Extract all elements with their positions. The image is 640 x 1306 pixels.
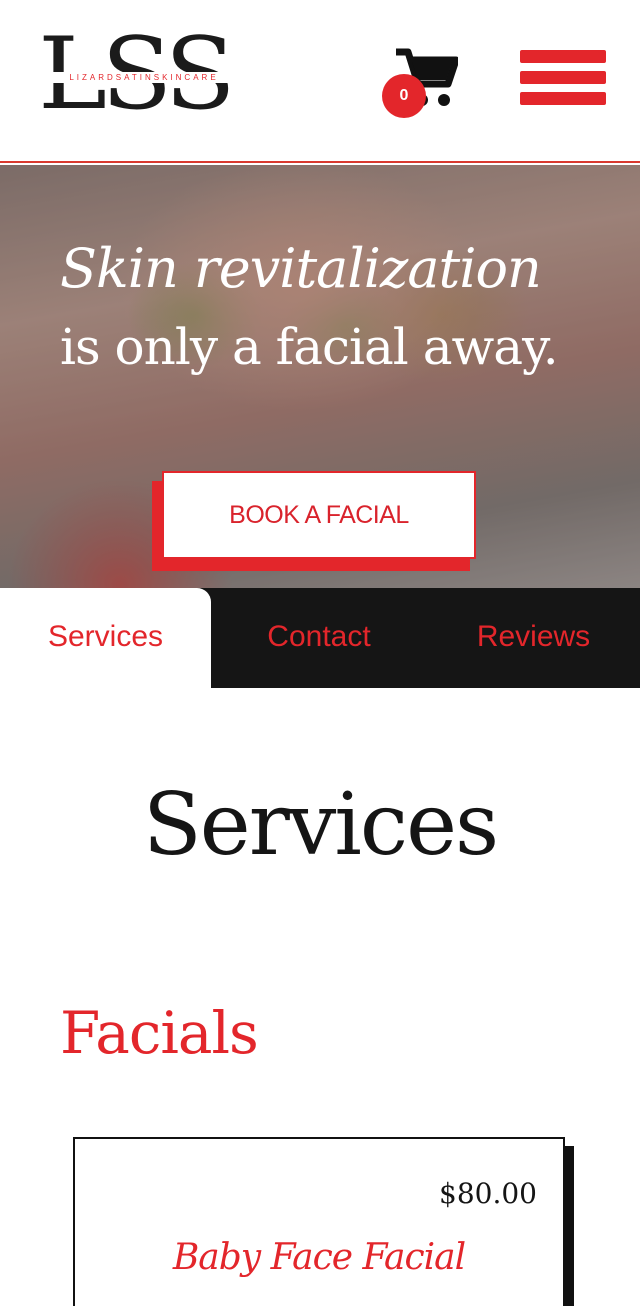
site-header: LSS LIZARDSATINSKINCARE 0 [0, 0, 640, 163]
cart-count-badge: 0 [382, 74, 426, 118]
hamburger-menu-icon-bar [520, 71, 606, 84]
service-name: Baby Face Facial [172, 1237, 466, 1278]
hamburger-menu-button[interactable] [520, 50, 606, 106]
service-card[interactable]: $80.00 Baby Face Facial [73, 1137, 565, 1306]
logo-tagline: LIZARDSATINSKINCARE [46, 72, 242, 83]
tab-services[interactable]: Services [0, 588, 211, 688]
hero-headline-italic: Skin revitalization [60, 237, 542, 300]
site-logo[interactable]: LSS LIZARDSATINSKINCARE [38, 25, 248, 128]
cart-button[interactable]: 0 [380, 44, 460, 120]
section-tabs: Services Contact Reviews [0, 588, 640, 688]
book-facial-button[interactable]: BOOK A FACIAL [162, 471, 476, 559]
category-heading: Facials [60, 999, 259, 1067]
hero-headline: is only a facial away. [60, 318, 559, 376]
hero-banner: Skin revitalization is only a facial awa… [0, 165, 640, 588]
hamburger-menu-icon-bar [520, 50, 606, 63]
service-price: $80.00 [439, 1177, 537, 1210]
tab-contact[interactable]: Contact [211, 588, 427, 688]
hamburger-menu-icon-bar [520, 92, 606, 105]
tab-reviews[interactable]: Reviews [427, 588, 640, 688]
page-title: Services [142, 775, 499, 875]
